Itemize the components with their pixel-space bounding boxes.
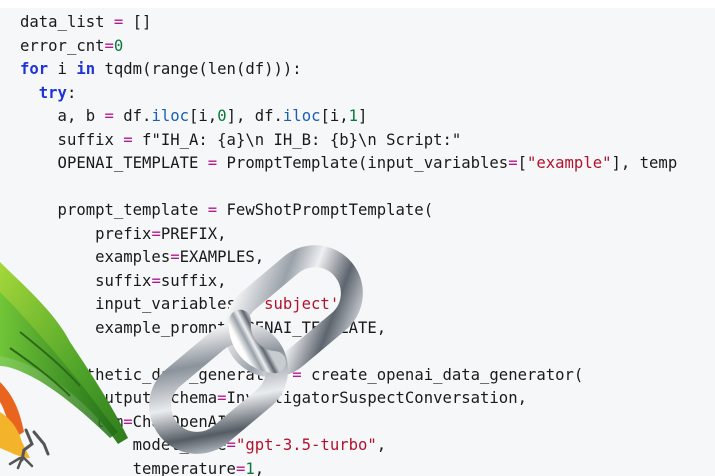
code-token: =	[508, 154, 518, 172]
code-token: :	[66, 83, 77, 102]
code-token: ], df.	[226, 107, 283, 125]
code-token: FewShotPromptTemplate(	[217, 201, 434, 219]
code-token: PromptTemplate(input_variables	[217, 154, 509, 172]
code-token: error_cnt	[20, 36, 105, 55]
code-token: =	[123, 130, 133, 149]
code-token: prefix	[20, 224, 152, 243]
code-token: tqdm(range(len(df))):	[95, 60, 302, 78]
code-token: try	[38, 83, 67, 102]
code-token: 1	[348, 107, 359, 125]
code-token: iloc	[151, 107, 190, 125]
code-line: error_cnt=0	[20, 34, 123, 58]
code-token: ]	[358, 107, 368, 125]
code-token: f"IH_A: {a}\n IH_B: {b}\n Script:"	[132, 130, 462, 149]
code-token: OPENAI_TEMPLATE	[20, 154, 208, 172]
code-token: data_list	[20, 13, 114, 31]
parrot-icon	[0, 262, 128, 470]
code-token: [i,	[320, 107, 349, 125]
code-token: for	[20, 60, 49, 78]
code-token: a, b	[20, 107, 105, 125]
code-line: a, b = df.iloc[i,0], df.iloc[i,1]	[20, 104, 368, 128]
code-line: for i in tqdm(range(len(df))):	[20, 57, 302, 81]
code-token: iloc	[282, 107, 321, 125]
code-token: [i,	[189, 107, 218, 125]
code-token: ], temp	[611, 154, 678, 172]
code-token: 0	[113, 36, 124, 55]
code-token: prompt_template	[20, 201, 208, 219]
code-token: =	[104, 36, 114, 55]
code-token: =	[113, 13, 124, 31]
code-token: =	[104, 107, 114, 125]
code-token: []	[123, 13, 152, 31]
code-line: OPENAI_TEMPLATE = PromptTemplate(input_v…	[20, 151, 678, 175]
code-token: i	[48, 60, 77, 78]
code-line: data_list = []	[20, 10, 151, 34]
code-token: df.	[113, 107, 152, 125]
code-line: try:	[20, 81, 77, 105]
code-token: "example"	[526, 154, 612, 172]
code-line: prompt_template = FewShotPromptTemplate(	[20, 198, 434, 222]
code-token: =	[207, 154, 218, 172]
code-token: in	[76, 60, 96, 78]
chain-link-icon	[149, 245, 363, 454]
code-line: suffix = f"IH_A: {a}\n IH_B: {b}\n Scrip…	[20, 128, 462, 152]
code-token: 0	[217, 107, 227, 125]
code-token: =	[207, 201, 218, 219]
code-token: [	[517, 154, 527, 172]
code-token: suffix	[20, 130, 124, 149]
